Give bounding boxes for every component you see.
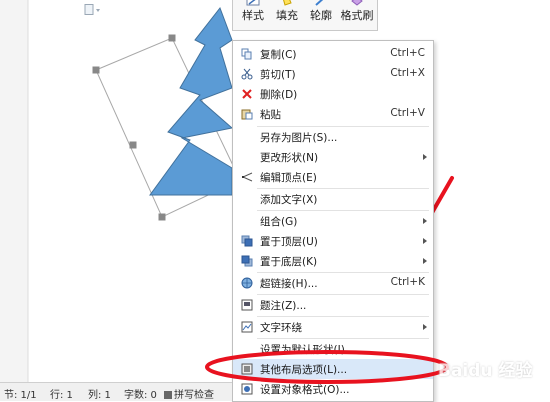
caption-icon: [241, 299, 253, 311]
format-painter-button[interactable]: 格式刷: [339, 0, 375, 30]
brush-icon: [246, 0, 260, 6]
fill-bucket-icon: [283, 0, 292, 6]
tree-shape[interactable]: [149, 6, 234, 196]
menu-label: 文字环绕: [260, 322, 302, 334]
status-line: 行: 1: [50, 390, 73, 401]
style-button[interactable]: 样式: [237, 0, 269, 30]
copy-icon: [241, 48, 252, 60]
menu-item-add-text[interactable]: 添加文字(X): [233, 189, 433, 209]
status-word-count[interactable]: 字数: 0: [124, 386, 157, 401]
outline-button[interactable]: 轮廓: [305, 0, 337, 30]
resize-handle-left-middle[interactable]: [129, 141, 137, 149]
layout-options-icon: [241, 363, 253, 375]
menu-item-save-as-picture[interactable]: 另存为图片(S)...: [233, 127, 433, 147]
spell-check-icon: [164, 391, 172, 399]
menu-label: 编辑顶点(E): [260, 172, 317, 184]
menu-item-group[interactable]: 组合(G): [233, 211, 433, 231]
scissors-icon: [241, 68, 253, 80]
menu-item-edit-points[interactable]: 编辑顶点(E): [233, 167, 433, 187]
menu-item-paste[interactable]: 粘贴 Ctrl+V: [233, 104, 433, 124]
menu-item-change-shape[interactable]: 更改形状(N): [233, 147, 433, 167]
menu-shortcut: Ctrl+C: [390, 47, 425, 59]
menu-item-copy[interactable]: 复制(C) Ctrl+C: [233, 44, 433, 64]
menu-item-more-layout-options[interactable]: 其他布局选项(L)...: [233, 359, 433, 379]
bring-front-icon: [241, 235, 253, 247]
menu-item-set-default-shape[interactable]: 设置为默认形状(I): [233, 339, 433, 359]
format-object-icon: [241, 383, 253, 395]
spell-check-label: 拼写检查: [174, 390, 214, 401]
mini-toolbar: 样式 填充 轮廓 格式刷: [232, 0, 378, 31]
menu-label: 组合(G): [260, 216, 298, 228]
menu-item-send-to-back[interactable]: 置于底层(K): [233, 251, 433, 271]
menu-label: 添加文字(X): [260, 194, 318, 206]
fill-button[interactable]: 填充: [271, 0, 303, 30]
menu-item-cut[interactable]: 剪切(T) Ctrl+X: [233, 64, 433, 84]
edit-points-icon: [241, 172, 253, 182]
format-painter-label: 格式刷: [340, 9, 374, 22]
text-wrap-icon: [241, 321, 253, 333]
menu-item-hyperlink[interactable]: 超链接(H)... Ctrl+K: [233, 273, 433, 293]
hyperlink-globe-icon: [241, 277, 253, 289]
resize-handle-top-right[interactable]: [168, 34, 176, 42]
status-section[interactable]: 节: 1/1: [4, 386, 37, 401]
status-spell-check[interactable]: 拼写检查: [164, 386, 214, 401]
watermark: Baidu 经验: [438, 361, 533, 381]
resize-handle-top-left[interactable]: [92, 66, 100, 74]
context-menu: 复制(C) Ctrl+C 剪切(T) Ctrl+X 删除(D) 粘贴 Ctrl+…: [232, 40, 434, 402]
menu-label: 删除(D): [260, 89, 298, 101]
menu-label: 复制(C): [260, 49, 297, 61]
format-painter-icon: [351, 0, 363, 6]
submenu-arrow-icon: [423, 324, 427, 330]
menu-shortcut: Ctrl+V: [390, 107, 425, 119]
outline-pen-icon: [315, 0, 324, 6]
paste-icon: [241, 109, 253, 120]
status-bar: 节: 1/1 行: 1 列: 1 字数: 0 拼写检查: [0, 382, 232, 401]
menu-label: 置于底层(K): [260, 256, 318, 268]
submenu-arrow-icon: [423, 258, 427, 264]
menu-item-format-object[interactable]: 设置对象格式(O)...: [233, 379, 433, 399]
document-icon[interactable]: [84, 4, 100, 16]
delete-x-icon: [242, 89, 252, 99]
menu-item-caption[interactable]: 题注(Z)...: [233, 295, 433, 315]
menu-label: 粘贴: [260, 109, 281, 121]
status-column: 列: 1: [88, 390, 111, 401]
menu-shortcut: Ctrl+K: [390, 276, 425, 288]
submenu-arrow-icon: [423, 154, 427, 160]
menu-label: 剪切(T): [260, 69, 296, 81]
menu-item-bring-to-front[interactable]: 置于顶层(U): [233, 231, 433, 251]
outline-label: 轮廓: [310, 9, 332, 22]
menu-label: 设置为默认形状(I): [260, 344, 345, 356]
menu-label: 另存为图片(S)...: [260, 132, 338, 144]
menu-label: 超链接(H)...: [260, 278, 318, 290]
fill-label: 填充: [276, 9, 298, 22]
menu-item-delete[interactable]: 删除(D): [233, 84, 433, 104]
submenu-arrow-icon: [423, 238, 427, 244]
menu-label: 置于顶层(U): [260, 236, 318, 248]
menu-shortcut: Ctrl+X: [390, 67, 425, 79]
page-margin-left: [0, 0, 28, 382]
menu-label: 设置对象格式(O)...: [260, 384, 350, 396]
send-back-icon: [241, 255, 253, 267]
menu-label: 题注(Z)...: [260, 300, 307, 312]
menu-label: 更改形状(N): [260, 152, 319, 164]
resize-handle-bottom-left[interactable]: [158, 213, 166, 221]
menu-label: 其他布局选项(L)...: [260, 364, 348, 376]
menu-item-text-wrap[interactable]: 文字环绕: [233, 317, 433, 337]
style-label: 样式: [242, 9, 264, 22]
submenu-arrow-icon: [423, 218, 427, 224]
